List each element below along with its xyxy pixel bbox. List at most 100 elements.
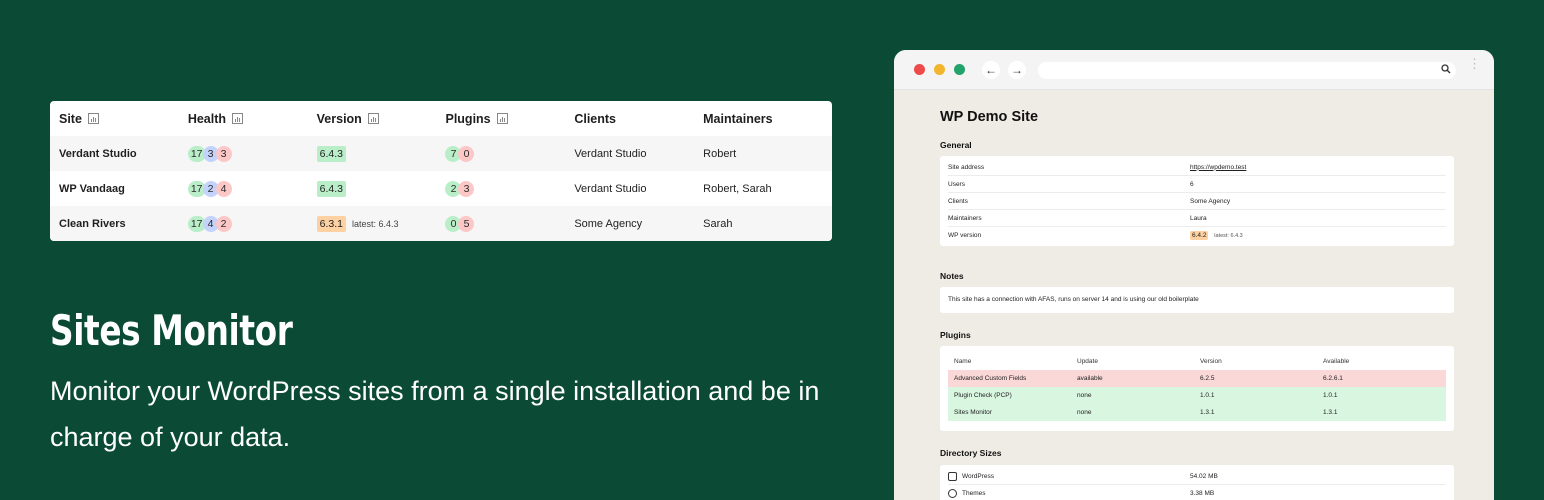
health-critical-count: 4 [215,180,232,197]
column-header-label: Version [316,111,362,126]
general-row: Clients Some Agency [948,193,1446,210]
maintainers-cell: Sarah [703,217,733,230]
latest-version-note: latest: 6.4.3 [352,218,399,229]
plugin-name: Advanced Custom Fields [954,375,1027,382]
forward-arrow-icon[interactable]: → [1008,60,1026,79]
plugin-available: 1.3.1 [1323,409,1338,416]
column-header-plugins[interactable]: Plugins [445,112,574,126]
general-panel: Site address https://wpdemo.test Users 6… [940,156,1454,246]
directory-row: Themes 3.38 MB [948,485,1446,500]
column-header-health[interactable]: Health [188,112,317,126]
chart-icon[interactable] [232,113,244,124]
site-name[interactable]: Clean Rivers [59,218,188,230]
health-cell: 17 2 4 [187,180,317,197]
version-badge: 6.4.3 [316,145,347,162]
column-header-version[interactable]: Version [317,112,446,126]
column-header-label: Plugins [445,111,491,126]
directory-size: 3.38 MB [1190,489,1215,497]
clients-cell: Verdant Studio [574,182,647,195]
plugins-column-header: Available [1323,358,1350,365]
plugins-cell: 7 0 [445,145,574,162]
column-header-maintainers[interactable]: Maintainers [703,112,832,126]
version-cell: 6.3.1 latest: 6.4.3 [316,215,446,232]
column-header-clients[interactable]: Clients [574,112,703,126]
plugin-pills: 7 0 [445,145,475,162]
column-header-label: Clients [574,111,616,126]
plugins-panel: Name Update Version Available Advanced C… [940,346,1454,431]
clients-cell: Some Agency [574,217,643,230]
search-icon[interactable] [1441,64,1451,74]
plugin-row: Advanced Custom Fields available 6.2.5 6… [948,370,1446,387]
directory-sizes-panel: WordPress 54.02 MB Themes 3.38 MB [940,465,1454,500]
section-title-plugins: Plugins [940,330,971,340]
general-row: Users 6 [948,176,1446,193]
directory-size: 54.02 MB [1190,472,1218,480]
general-key: Clients [948,197,968,205]
general-value: Some Agency [1190,197,1231,205]
plugins-column-header: Name [954,358,972,365]
column-header-site[interactable]: Site [59,112,188,126]
plugins-outdated-count: 0 [458,145,475,162]
health-pills: 17 4 2 [187,215,232,232]
plugin-available: 1.0.1 [1323,392,1338,399]
sites-table-header: Site Health Version Plugins Clients Main… [50,101,832,136]
plugin-update: available [1077,375,1103,382]
general-key: Site address [948,163,985,171]
health-critical-count: 3 [215,145,232,162]
plugin-row: Sites Monitor none 1.3.1 1.3.1 [948,404,1446,421]
plugins-column-header: Version [1200,358,1222,365]
section-title-directory-sizes: Directory Sizes [940,448,1002,458]
version-badge: 6.4.3 [316,180,347,197]
plugin-version: 6.2.5 [1200,375,1215,382]
plugin-name: Sites Monitor [954,409,992,416]
health-critical-count: 2 [215,215,232,232]
maximize-window-dot[interactable] [954,64,965,75]
table-row[interactable]: Verdant Studio 17 3 3 6.4.3 7 0 Verdant … [50,136,832,171]
plugins-table-header: Name Update Version Available [948,353,1446,370]
plugin-update: none [1077,409,1092,416]
maintainers-cell: Robert, Sarah [703,182,772,195]
section-title-notes: Notes [940,271,964,281]
chart-icon[interactable] [87,113,99,124]
version-cell: 6.4.3 [316,180,446,197]
directory-row: WordPress 54.02 MB [948,468,1446,485]
themes-icon [948,488,957,498]
plugin-available: 6.2.6.1 [1323,375,1343,382]
hero-title: Sites Monitor [50,306,293,355]
hero-tagline: Monitor your WordPress sites from a sing… [50,376,820,452]
minimize-window-dot[interactable] [934,64,945,75]
health-cell: 17 4 2 [187,215,317,232]
maintainers-cell: Robert [703,147,737,160]
directory-name: WordPress [962,472,995,480]
plugin-version: 1.0.1 [1200,392,1215,399]
general-row: Site address https://wpdemo.test [948,159,1446,176]
notes-panel: This site has a connection with AFAS, ru… [940,287,1454,313]
table-row[interactable]: WP Vandaag 17 2 4 6.4.3 2 3 Verdant Stud… [50,171,832,206]
plugin-pills: 2 3 [445,180,475,197]
general-row: Maintainers Laura [948,210,1446,227]
table-row[interactable]: Clean Rivers 17 4 2 6.3.1 latest: 6.4.3 … [50,206,832,241]
health-pills: 17 2 4 [187,180,232,197]
address-bar[interactable] [1038,62,1456,79]
site-name[interactable]: Verdant Studio [59,148,188,160]
general-value: Laura [1190,214,1207,222]
plugins-cell: 0 5 [445,215,574,232]
plugins-outdated-count: 3 [458,180,475,197]
health-pills: 17 3 3 [187,145,232,162]
chart-icon[interactable] [496,113,508,124]
wp-version-badge: 6.4.2 [1190,231,1209,240]
clients-cell: Verdant Studio [574,147,647,160]
close-window-dot[interactable] [914,64,925,75]
column-header-label: Site [59,111,82,126]
plugin-update: none [1077,392,1092,399]
more-menu-icon[interactable]: ⋮ [1468,57,1481,70]
browser-window: ← → ⋮ WP Demo Site General Site address … [894,50,1494,500]
wordpress-icon [948,471,957,481]
general-row: WP version 6.4.2 latest: 6.4.3 [948,227,1446,244]
site-name[interactable]: WP Vandaag [59,183,188,195]
site-address-link[interactable]: https://wpdemo.test [1190,164,1246,171]
plugin-version: 1.3.1 [1200,409,1215,416]
general-key: Maintainers [948,214,982,222]
back-arrow-icon[interactable]: ← [982,60,1000,79]
chart-icon[interactable] [367,113,379,124]
